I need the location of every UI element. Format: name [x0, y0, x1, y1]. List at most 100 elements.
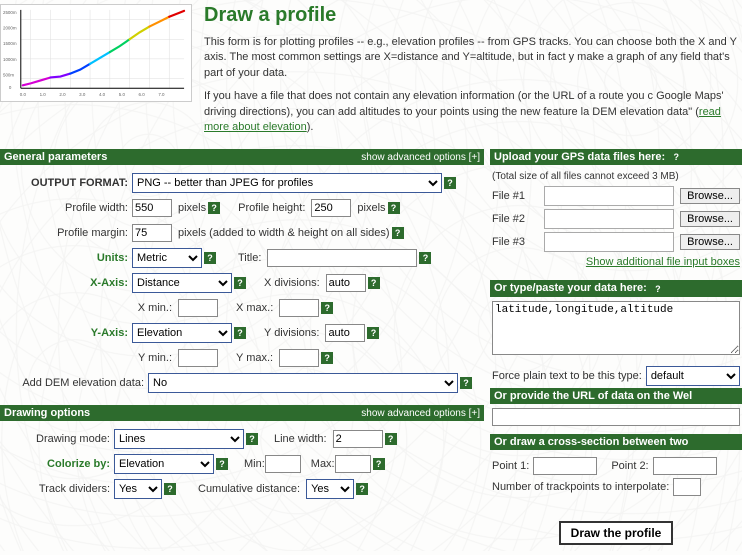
- svg-text:7.0: 7.0: [158, 92, 165, 97]
- profile-height-input[interactable]: [311, 199, 351, 217]
- svg-text:0.0: 0.0: [20, 92, 27, 97]
- help-icon[interactable]: ?: [216, 458, 228, 470]
- colorize-label: Colorize by:: [2, 458, 114, 470]
- colorize-min-input[interactable]: [265, 455, 301, 473]
- profile-height-label: Profile height:: [238, 202, 305, 214]
- xmin-input[interactable]: [178, 299, 218, 317]
- help-icon[interactable]: ?: [234, 327, 246, 339]
- yaxis-label: Y-Axis:: [2, 327, 132, 339]
- point1-input[interactable]: [533, 457, 597, 475]
- svg-text:2500m: 2500m: [3, 10, 17, 15]
- paste-bar: Or type/paste your data here: ?: [490, 280, 742, 296]
- upload-limit-note: (Total size of all files cannot exceed 3…: [492, 171, 740, 182]
- help-icon[interactable]: ?: [385, 433, 397, 445]
- url-input[interactable]: [492, 408, 740, 426]
- svg-text:2.0: 2.0: [59, 92, 66, 97]
- force-type-select[interactable]: default: [646, 366, 740, 386]
- help-icon[interactable]: ?: [367, 327, 379, 339]
- help-icon[interactable]: ?: [321, 352, 333, 364]
- general-advanced-toggle[interactable]: show advanced options [+]: [361, 152, 480, 163]
- file3-path[interactable]: [544, 232, 674, 252]
- force-type-label: Force plain text to be this type:: [492, 370, 642, 382]
- line-width-input[interactable]: [333, 430, 383, 448]
- help-icon[interactable]: ?: [392, 227, 404, 239]
- svg-text:1000m: 1000m: [3, 57, 17, 62]
- cumulative-distance-select[interactable]: Yes: [306, 479, 354, 499]
- colorize-min-label: Min:: [244, 458, 265, 470]
- profile-width-label: Profile width:: [2, 202, 132, 214]
- svg-text:2000m: 2000m: [3, 26, 17, 31]
- help-icon[interactable]: ?: [164, 483, 176, 495]
- help-icon[interactable]: ?: [246, 433, 258, 445]
- ymin-input[interactable]: [178, 349, 218, 367]
- drawing-options-bar: Drawing options show advanced options [+…: [0, 405, 484, 421]
- xdiv-label: X divisions:: [264, 277, 320, 289]
- xmax-input[interactable]: [279, 299, 319, 317]
- yaxis-select[interactable]: Elevation: [132, 323, 232, 343]
- file2-browse-button[interactable]: Browse...: [680, 211, 740, 227]
- draw-profile-button[interactable]: Draw the profile: [559, 521, 674, 545]
- svg-text:5.0: 5.0: [119, 92, 126, 97]
- file2-label: File #2: [492, 213, 538, 225]
- title-input[interactable]: [267, 249, 417, 267]
- help-icon[interactable]: ?: [373, 458, 385, 470]
- xaxis-select[interactable]: Distance: [132, 273, 232, 293]
- ntrackpoints-label: Number of trackpoints to interpolate:: [492, 481, 669, 493]
- help-icon[interactable]: ?: [208, 202, 220, 214]
- units-label: Units:: [2, 252, 132, 264]
- ymin-label: Y min.:: [132, 352, 172, 364]
- file3-browse-button[interactable]: Browse...: [680, 234, 740, 250]
- xmax-label: X max.:: [236, 302, 273, 314]
- cumulative-distance-label: Cumulative distance:: [198, 483, 300, 495]
- point1-label: Point 1:: [492, 460, 529, 472]
- intro-para-1: This form is for plotting profiles -- e.…: [204, 35, 742, 81]
- profile-margin-input[interactable]: [132, 224, 172, 242]
- help-icon[interactable]: ?: [356, 483, 368, 495]
- help-icon[interactable]: ?: [388, 202, 400, 214]
- units-select[interactable]: Metric: [132, 248, 202, 268]
- svg-text:1500m: 1500m: [3, 41, 17, 46]
- ydiv-input[interactable]: [325, 324, 365, 342]
- profile-margin-label: Profile margin:: [2, 227, 132, 239]
- help-icon[interactable]: ?: [368, 277, 380, 289]
- colorize-max-input[interactable]: [335, 455, 371, 473]
- svg-text:500m: 500m: [3, 73, 14, 78]
- intro-para-2: If you have a file that does not contain…: [204, 89, 742, 135]
- file1-browse-button[interactable]: Browse...: [680, 188, 740, 204]
- xmin-label: X min.:: [132, 302, 172, 314]
- ymax-input[interactable]: [279, 349, 319, 367]
- colorize-select[interactable]: Elevation: [114, 454, 214, 474]
- svg-text:4.0: 4.0: [99, 92, 106, 97]
- paste-data-textarea[interactable]: latitude,longitude,altitude: [492, 301, 740, 355]
- point2-input[interactable]: [653, 457, 717, 475]
- help-icon[interactable]: ?: [419, 252, 431, 264]
- dem-label: Add DEM elevation data:: [2, 377, 148, 389]
- drawing-mode-select[interactable]: Lines: [114, 429, 244, 449]
- dem-select[interactable]: No: [148, 373, 458, 393]
- cross-section-bar: Or draw a cross-section between two: [490, 434, 742, 450]
- output-format-select[interactable]: PNG -- better than JPEG for profiles: [132, 173, 442, 193]
- help-icon[interactable]: ?: [444, 177, 456, 189]
- drawing-mode-label: Drawing mode:: [2, 433, 114, 445]
- page-title: Draw a profile: [204, 4, 742, 27]
- file1-label: File #1: [492, 190, 538, 202]
- file2-path[interactable]: [544, 209, 674, 229]
- drawing-advanced-toggle[interactable]: show advanced options [+]: [361, 408, 480, 419]
- track-dividers-select[interactable]: Yes: [114, 479, 162, 499]
- help-icon[interactable]: ?: [204, 252, 216, 264]
- svg-text:0: 0: [9, 85, 12, 90]
- ntrackpoints-input[interactable]: [673, 478, 701, 496]
- show-more-files-link[interactable]: Show additional file input boxes: [492, 256, 740, 268]
- colorize-max-label: Max:: [311, 458, 335, 470]
- help-icon[interactable]: ?: [234, 277, 246, 289]
- help-icon[interactable]: ?: [670, 151, 682, 163]
- file3-label: File #3: [492, 236, 538, 248]
- help-icon[interactable]: ?: [652, 283, 664, 295]
- url-bar: Or provide the URL of data on the Wel: [490, 388, 742, 404]
- file1-path[interactable]: [544, 186, 674, 206]
- xdiv-input[interactable]: [326, 274, 366, 292]
- help-icon[interactable]: ?: [460, 377, 472, 389]
- point2-label: Point 2:: [611, 460, 648, 472]
- help-icon[interactable]: ?: [321, 302, 333, 314]
- profile-width-input[interactable]: [132, 199, 172, 217]
